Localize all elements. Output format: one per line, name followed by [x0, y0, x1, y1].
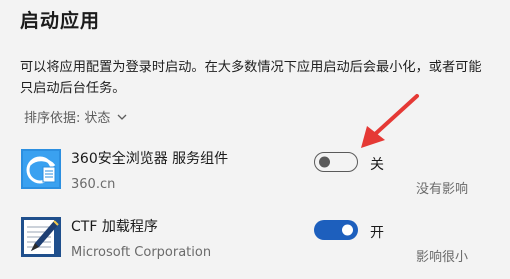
startup-impact: 没有影响 [415, 182, 468, 197]
360-browser-icon [21, 149, 61, 189]
page-title: 启动应用 [20, 10, 101, 32]
startup-app-row: CTF 加载程序 Microsoft Corporation 开 影响很小 [0, 209, 510, 273]
annotation-arrow-icon [361, 94, 419, 148]
startup-toggle[interactable] [314, 220, 358, 240]
sort-dropdown[interactable]: 排序依据: 状态 [24, 107, 128, 126]
toggle-knob [319, 156, 330, 168]
sort-label: 排序依据: [24, 111, 81, 126]
app-name: CTF 加载程序 [71, 219, 158, 235]
app-publisher: 360.cn [71, 177, 116, 192]
ctf-loader-icon [21, 217, 61, 257]
chevron-down-icon [117, 114, 127, 120]
sort-value: 状态 [84, 111, 111, 126]
startup-impact: 影响很小 [415, 250, 468, 265]
toggle-knob [342, 224, 353, 236]
startup-app-row: 360安全浏览器 服务组件 360.cn 关 没有影响 [0, 141, 510, 205]
startup-toggle[interactable] [314, 152, 358, 172]
app-name: 360安全浏览器 服务组件 [71, 151, 229, 167]
toggle-state-label: 开 [370, 225, 384, 241]
app-publisher: Microsoft Corporation [71, 245, 212, 260]
